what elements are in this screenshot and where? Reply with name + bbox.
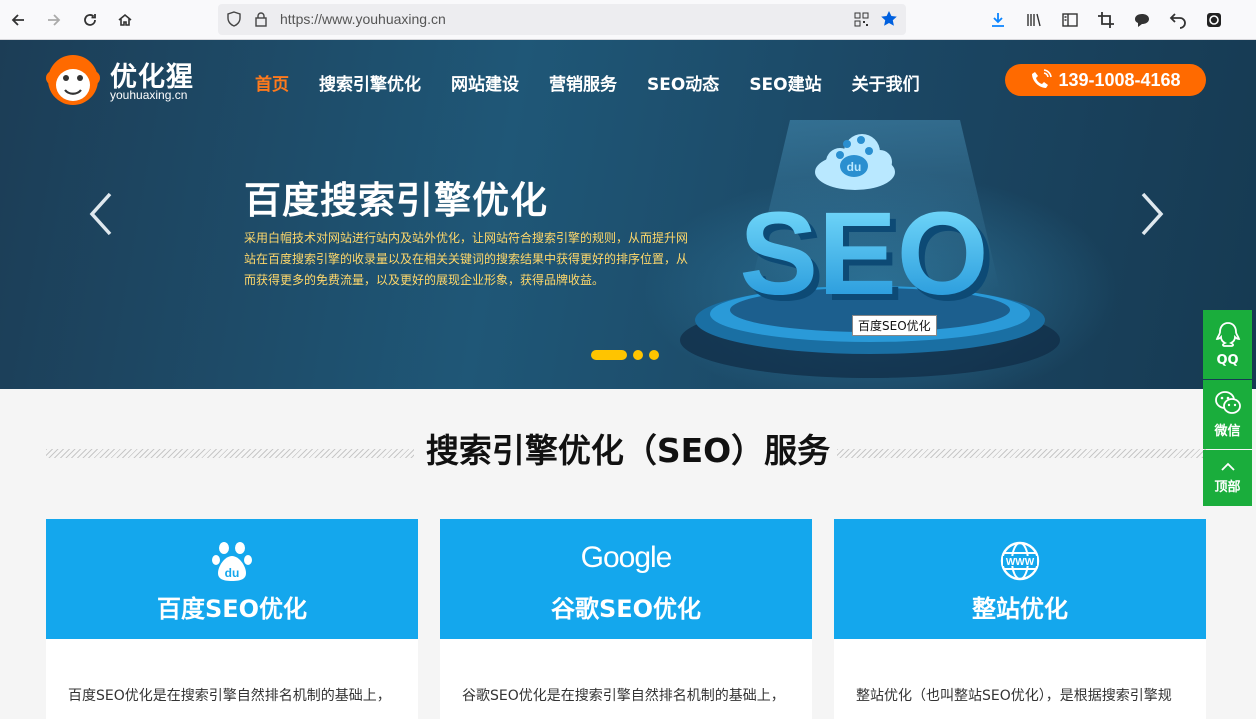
phone-icon <box>1032 69 1053 88</box>
main-nav: 首页 搜索引擎优化 网站建设 营销服务 SEO动态 SEO建站 关于我们 <box>255 70 920 95</box>
nav-seo-news[interactable]: SEO动态 <box>647 70 719 95</box>
crop-icon[interactable] <box>1094 8 1118 32</box>
float-wechat-button[interactable]: 微信 <box>1203 380 1252 449</box>
extension-icon[interactable] <box>1202 8 1226 32</box>
card-header: du 百度SEO优化 <box>46 519 418 639</box>
nav-about[interactable]: 关于我们 <box>852 70 920 95</box>
card-description: 整站优化（也叫整站SEO优化），是根据搜索引擎规 <box>856 688 1172 704</box>
card-icon-wrap: WWW <box>834 541 1206 581</box>
sidebar-label-qq: QQ <box>1216 353 1239 368</box>
baidu-paw-du-text: du <box>225 566 240 580</box>
service-card-fullsite[interactable]: WWW 整站优化 整站优化（也叫整站SEO优化），是根据搜索引擎规 <box>834 519 1206 719</box>
monkey-logo-icon <box>46 55 100 105</box>
sidebar-label-wechat: 微信 <box>1214 424 1241 439</box>
section-divider-right <box>837 449 1206 458</box>
www-globe-text: WWW <box>1006 557 1035 568</box>
slider-dot[interactable] <box>649 350 659 360</box>
card-title: 整站优化 <box>972 595 1068 623</box>
wechat-icon <box>1214 391 1241 414</box>
bookmark-star-icon[interactable] <box>880 10 898 32</box>
hero-description: 采用白帽技术对网站进行站内及站外优化，让网站符合搜索引擎的规则，从而提升网站在百… <box>244 231 689 287</box>
baidu-cloud-du-text: du <box>847 160 862 174</box>
card-icon-wrap: Google <box>440 541 812 575</box>
www-globe-icon: WWW <box>1000 541 1040 581</box>
nav-seo[interactable]: 搜索引擎优化 <box>319 70 421 95</box>
lock-icon[interactable] <box>254 11 268 31</box>
qq-icon <box>1215 322 1240 347</box>
url-bar[interactable]: https://www.youhuaxing.cn <box>218 4 906 35</box>
card-description: 百度SEO优化是在搜索引擎自然排名机制的基础上， <box>68 688 391 704</box>
service-card-baidu[interactable]: du 百度SEO优化 百度SEO优化是在搜索引擎自然排名机制的基础上， <box>46 519 418 719</box>
sidebar-icon[interactable] <box>1058 8 1082 32</box>
hero-title: 百度搜索引擎优化 <box>244 179 548 222</box>
seo-graphic: SEO SEO du <box>680 120 1060 378</box>
nav-marketing[interactable]: 营销服务 <box>549 70 617 95</box>
back-arrow-icon[interactable] <box>6 8 30 32</box>
service-card-google[interactable]: Google 谷歌SEO优化 谷歌SEO优化是在搜索引擎自然排名机制的基础上， <box>440 519 812 719</box>
float-top-button[interactable]: 顶部 <box>1203 450 1252 506</box>
tooltip: 百度SEO优化 <box>852 315 937 336</box>
slider-dots <box>591 350 659 360</box>
reload-icon[interactable] <box>78 8 102 32</box>
undo-icon[interactable] <box>1166 8 1190 32</box>
download-icon[interactable] <box>986 8 1010 32</box>
seo-text: SEO <box>739 188 988 320</box>
section-header: 搜索引擎优化（SEO）服务 <box>0 424 1256 472</box>
shield-icon[interactable] <box>226 11 242 31</box>
home-icon[interactable] <box>113 8 137 32</box>
site-logo[interactable]: 优化猩 youhuaxing.cn <box>46 54 193 106</box>
chat-icon[interactable] <box>1130 8 1154 32</box>
card-title: 百度SEO优化 <box>156 595 308 623</box>
up-arrow-icon <box>1220 462 1235 471</box>
slider-prev-arrow-icon[interactable] <box>86 190 116 238</box>
forward-arrow-icon[interactable] <box>42 8 66 32</box>
phone-button[interactable]: 139-1008-4168 <box>1005 64 1206 96</box>
nav-website-build[interactable]: 网站建设 <box>451 70 519 95</box>
hero-banner: 优化猩 youhuaxing.cn 首页 搜索引擎优化 网站建设 营销服务 SE… <box>0 40 1256 389</box>
card-header: Google 谷歌SEO优化 <box>440 519 812 639</box>
browser-toolbar: https://www.youhuaxing.cn <box>0 0 1256 40</box>
card-header: WWW 整站优化 <box>834 519 1206 639</box>
section-title: 搜索引擎优化（SEO）服务 <box>425 431 831 470</box>
nav-seo-site[interactable]: SEO建站 <box>749 70 821 95</box>
slider-next-arrow-icon[interactable] <box>1137 190 1167 238</box>
card-description: 谷歌SEO优化是在搜索引擎自然排名机制的基础上， <box>462 688 785 704</box>
slider-dot[interactable] <box>633 350 643 360</box>
library-icon[interactable] <box>1022 8 1046 32</box>
slider-dot-active[interactable] <box>591 350 627 360</box>
card-title: 谷歌SEO优化 <box>550 595 702 623</box>
logo-domain-text: youhuaxing.cn <box>110 88 188 102</box>
sidebar-label-top: 顶部 <box>1214 479 1241 495</box>
card-icon-wrap: du <box>46 541 418 583</box>
google-logo: Google <box>580 541 673 574</box>
float-qq-button[interactable]: QQ <box>1203 310 1252 379</box>
phone-number: 139-1008-4168 <box>1058 69 1181 90</box>
baidu-paw-icon: du <box>212 542 252 581</box>
url-text[interactable]: https://www.youhuaxing.cn <box>280 11 446 27</box>
qr-code-icon[interactable] <box>854 12 869 31</box>
nav-home[interactable]: 首页 <box>255 70 289 95</box>
